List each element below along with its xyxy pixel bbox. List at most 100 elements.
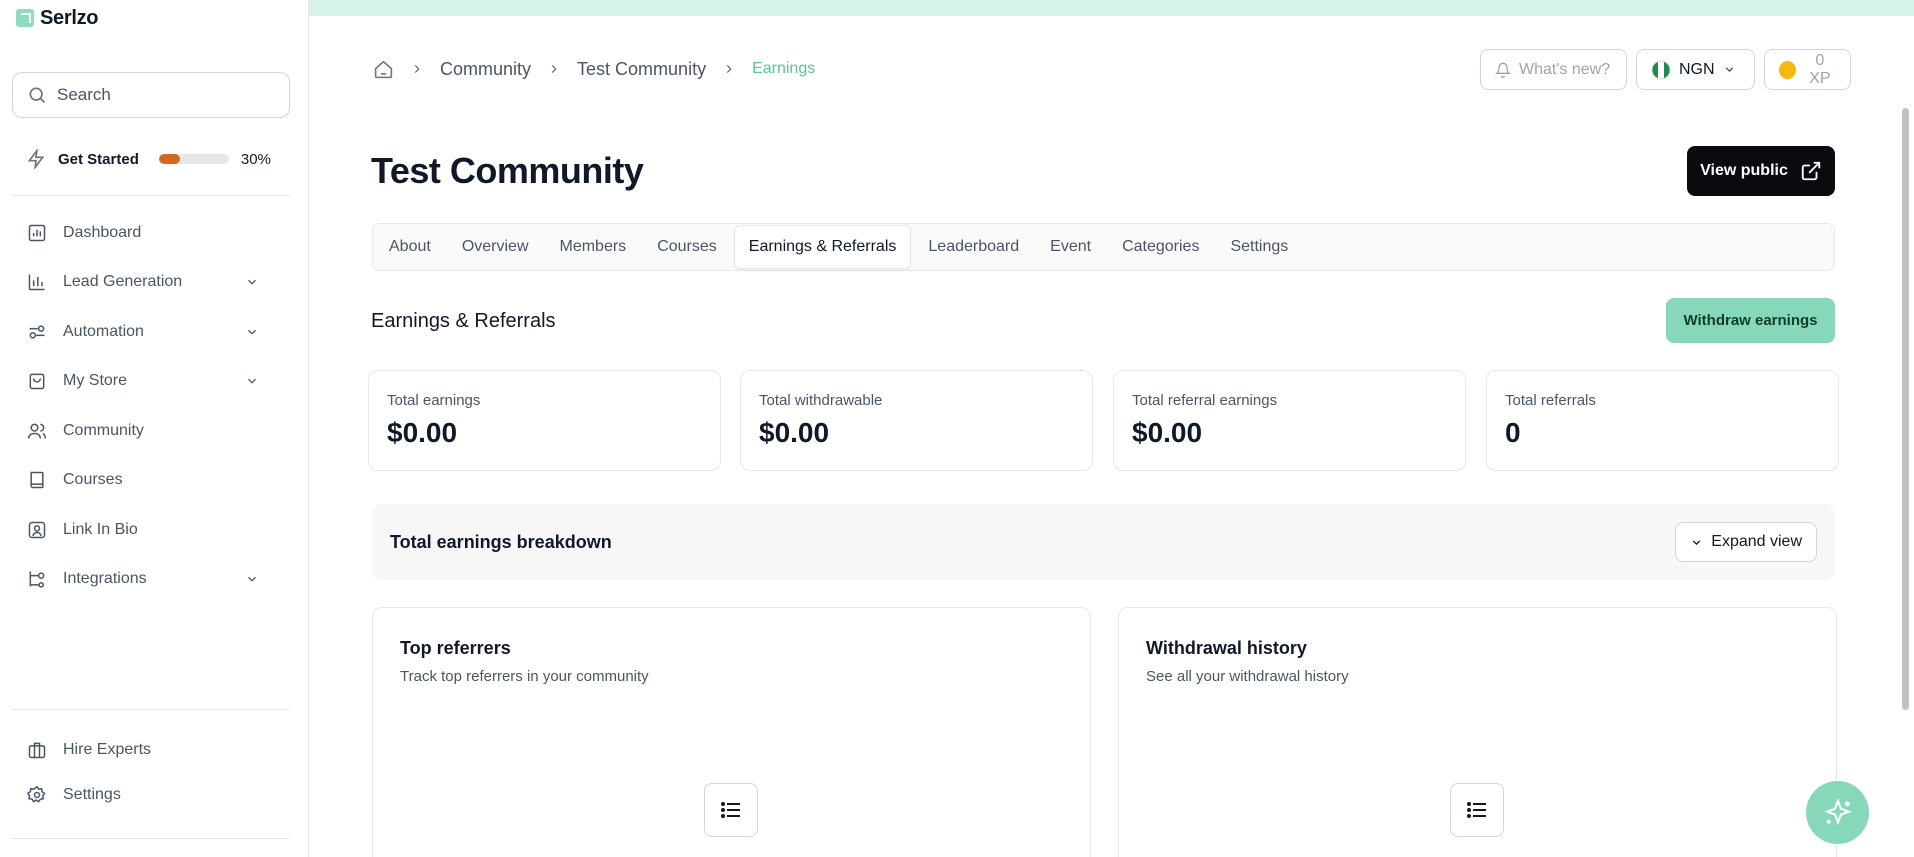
stat-value: $0.00 bbox=[759, 417, 830, 448]
stat-card-total-withdrawable: Total withdrawable $0.00 bbox=[740, 370, 1093, 471]
sidebar-item-label: Lead Generation bbox=[63, 273, 183, 291]
chevron-down-icon bbox=[1725, 67, 1733, 73]
stat-value: $0.00 bbox=[387, 417, 458, 448]
sidebar-item-my-store[interactable]: My Store bbox=[12, 357, 272, 407]
breadcrumb-current: Earnings bbox=[752, 60, 816, 77]
panel-subtitle: See all your withdrawal history bbox=[1146, 668, 1349, 685]
view-public-button[interactable]: View public bbox=[1687, 146, 1835, 196]
expand-view-button[interactable]: Expand view bbox=[1675, 522, 1817, 562]
announcement-banner bbox=[309, 0, 1914, 16]
sidebar-item-automation[interactable]: Automation bbox=[12, 307, 272, 357]
tab-settings[interactable]: Settings bbox=[1216, 225, 1302, 269]
chevron-right-icon bbox=[543, 58, 565, 80]
nigeria-flag-icon bbox=[1651, 60, 1671, 79]
xp-label: 0 XP bbox=[1809, 51, 1831, 87]
tab-about[interactable]: About bbox=[375, 225, 445, 269]
tab-overview[interactable]: Overview bbox=[448, 225, 543, 269]
currency-label: NGN bbox=[1679, 60, 1715, 78]
sidebar-item-label: Dashboard bbox=[63, 223, 142, 241]
whats-new-button[interactable]: What's new? bbox=[1480, 49, 1627, 90]
sidebar-bottom-nav: Hire Experts Settings bbox=[12, 727, 272, 817]
ai-assistant-button[interactable] bbox=[1806, 781, 1869, 844]
sidebar-item-label: My Store bbox=[63, 372, 128, 390]
get-started-label: Get Started bbox=[58, 150, 139, 168]
chevron-down-icon[interactable] bbox=[242, 272, 262, 292]
breakdown-title: Total earnings breakdown bbox=[390, 531, 612, 552]
workflow-icon bbox=[26, 568, 48, 590]
tab-earnings-referrals[interactable]: Earnings & Referrals bbox=[733, 225, 912, 269]
sidebar-item-courses[interactable]: Courses bbox=[12, 456, 272, 506]
list-icon bbox=[704, 783, 758, 837]
breadcrumb-community[interactable]: Community bbox=[440, 59, 531, 80]
sidebar-item-label: Automation bbox=[63, 322, 144, 340]
lightning-icon bbox=[27, 149, 45, 169]
tab-event[interactable]: Event bbox=[1036, 225, 1105, 269]
search-icon bbox=[29, 87, 46, 104]
sidebar-item-link-in-bio[interactable]: Link In Bio bbox=[12, 505, 272, 555]
sidebar-divider bbox=[12, 195, 290, 196]
search-input[interactable] bbox=[57, 85, 257, 105]
chevron-right-icon bbox=[406, 58, 428, 80]
tab-leaderboard[interactable]: Leaderboard bbox=[914, 225, 1033, 269]
breadcrumb: Community Test Community Earnings bbox=[372, 57, 815, 81]
tab-members[interactable]: Members bbox=[546, 225, 641, 269]
chevron-down-icon bbox=[1693, 539, 1701, 545]
get-started[interactable]: Get Started 30% bbox=[26, 146, 281, 172]
sidebar-item-label: Integrations bbox=[63, 570, 147, 588]
sidebar-item-label: Community bbox=[63, 421, 144, 439]
sidebar-divider bbox=[12, 709, 290, 710]
chevron-right-icon bbox=[718, 58, 740, 80]
bar-chart-icon bbox=[26, 271, 48, 293]
chart-icon bbox=[26, 222, 48, 244]
sidebar-item-lead-generation[interactable]: Lead Generation bbox=[12, 258, 272, 308]
currency-select[interactable]: NGN bbox=[1636, 49, 1755, 90]
sidebar-item-community[interactable]: Community bbox=[12, 406, 272, 456]
sidebar-item-integrations[interactable]: Integrations bbox=[12, 555, 272, 605]
logo-icon bbox=[16, 9, 34, 27]
withdrawal-history-panel: Withdrawal history See all your withdraw… bbox=[1118, 607, 1837, 857]
page-scrollbar[interactable] bbox=[1902, 108, 1909, 710]
sliders-icon bbox=[26, 321, 48, 343]
sidebar-item-label: Courses bbox=[63, 471, 123, 489]
xp-button[interactable]: 0 XP bbox=[1764, 49, 1851, 90]
stat-label: Total earnings bbox=[387, 392, 481, 409]
logo[interactable]: Serlzo bbox=[16, 6, 99, 29]
panel-title: Withdrawal history bbox=[1146, 638, 1307, 658]
user-square-icon bbox=[26, 519, 48, 541]
breadcrumb-test-community[interactable]: Test Community bbox=[577, 59, 706, 80]
stat-card-total-earnings: Total earnings $0.00 bbox=[368, 370, 721, 471]
page-title: Test Community bbox=[371, 150, 644, 191]
sidebar-item-hire-experts[interactable]: Hire Experts bbox=[12, 727, 272, 772]
sparkles-icon bbox=[1823, 797, 1852, 825]
withdraw-earnings-button[interactable]: Withdraw earnings bbox=[1666, 298, 1835, 343]
sidebar: Serlzo Get Started 30% Dashboard Lead Ge… bbox=[0, 0, 309, 857]
sidebar-nav: Dashboard Lead Generation Automation My … bbox=[12, 208, 272, 604]
sidebar-item-settings[interactable]: Settings bbox=[12, 772, 272, 817]
briefcase-icon bbox=[26, 739, 48, 761]
get-started-percent: 30% bbox=[240, 150, 271, 168]
chevron-down-icon[interactable] bbox=[242, 371, 262, 391]
progress-fill bbox=[158, 154, 180, 164]
stat-card-total-referral-earnings: Total referral earnings $0.00 bbox=[1113, 370, 1466, 471]
sidebar-item-dashboard[interactable]: Dashboard bbox=[12, 208, 272, 258]
earnings-breakdown: Total earnings breakdown Expand view bbox=[372, 504, 1835, 580]
sidebar-item-label: Settings bbox=[63, 785, 121, 803]
view-public-label: View public bbox=[1700, 162, 1788, 179]
stat-value: $0.00 bbox=[1132, 417, 1203, 448]
sidebar-item-label: Link In Bio bbox=[63, 520, 138, 538]
chevron-down-icon[interactable] bbox=[242, 569, 262, 589]
chevron-down-icon[interactable] bbox=[242, 322, 262, 342]
get-started-progress bbox=[158, 154, 229, 164]
stat-label: Total withdrawable bbox=[759, 392, 883, 409]
tab-courses[interactable]: Courses bbox=[643, 225, 731, 269]
search-box[interactable] bbox=[12, 72, 290, 118]
tab-categories[interactable]: Categories bbox=[1108, 225, 1213, 269]
coin-icon bbox=[1779, 60, 1796, 79]
gear-icon bbox=[26, 784, 48, 806]
stat-label: Total referrals bbox=[1505, 392, 1596, 409]
top-referrers-panel: Top referrers Track top referrers in you… bbox=[372, 607, 1091, 857]
list-icon bbox=[1450, 783, 1504, 837]
stat-label: Total referral earnings bbox=[1132, 392, 1278, 409]
logo-text: Serlzo bbox=[40, 6, 99, 29]
home-icon[interactable] bbox=[372, 58, 394, 80]
